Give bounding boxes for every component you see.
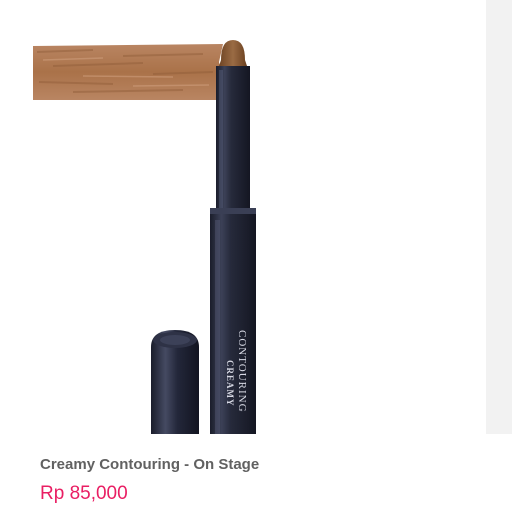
swatch-smear [33, 44, 223, 100]
product-title[interactable]: Creamy Contouring - On Stage [40, 456, 259, 473]
product-card[interactable]: CREAMY CONTOURING Creamy Contouring - On… [0, 0, 512, 512]
stick-label-line2: CONTOURING [236, 330, 248, 413]
product-price: Rp 85,000 [40, 483, 128, 504]
left-gutter [0, 0, 33, 434]
product-image[interactable]: CREAMY CONTOURING [33, 0, 486, 434]
right-gutter [486, 0, 512, 434]
product-info: Creamy Contouring - On Stage Rp 85,000 [0, 434, 512, 512]
contour-stick: CREAMY CONTOURING [210, 40, 256, 434]
stick-label-line1: CREAMY [225, 360, 235, 407]
cap [151, 330, 199, 434]
